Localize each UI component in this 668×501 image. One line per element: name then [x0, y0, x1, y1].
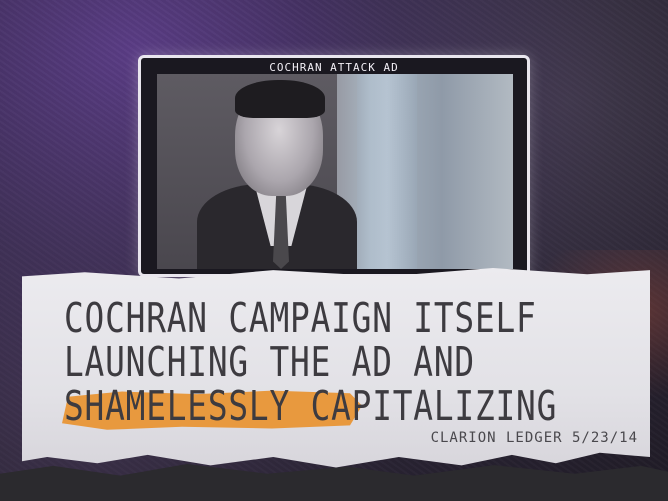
screen-title: COCHRAN ATTACK AD — [269, 61, 399, 74]
portrait-photo — [157, 74, 513, 269]
tv-screen-frame: COCHRAN ATTACK AD — [138, 55, 530, 277]
source-citation: CLARION LEDGER 5/23/14 — [430, 430, 638, 446]
headline-line-2: LAUNCHING THE AD AND — [64, 338, 475, 386]
photo-blur — [357, 74, 417, 269]
headline-line-3: SHAMELESSLY CAPITALIZING — [64, 382, 558, 430]
headline-line-1: COCHRAN CAMPAIGN ITSELF — [64, 294, 537, 342]
hair-shape — [235, 80, 325, 118]
headline-quote: COCHRAN CAMPAIGN ITSELF LAUNCHING THE AD… — [64, 294, 558, 430]
